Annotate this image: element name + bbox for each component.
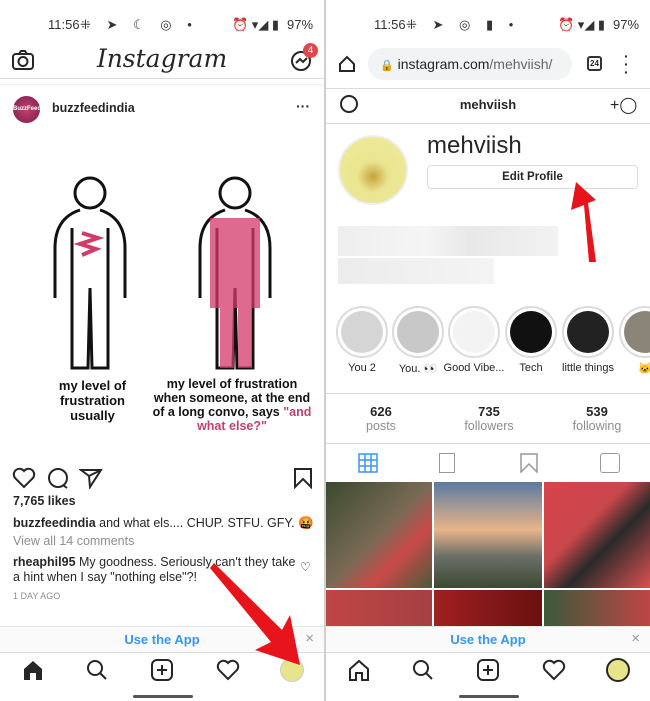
red-arrow-annotation [571,182,596,262]
red-arrow-annotation [210,563,300,665]
instagram-app-feed: 11:56 ⁜ ➤ ☾ ◎ • ⏰ ▾◢ ▮ 97% Instagram 4 B… [0,0,324,701]
instagram-web-profile: 11:56 ⁜ ➤ ◎ ▮ • ⏰ ▾◢ ▮ 97% 🔒 instagram.c… [326,0,650,701]
